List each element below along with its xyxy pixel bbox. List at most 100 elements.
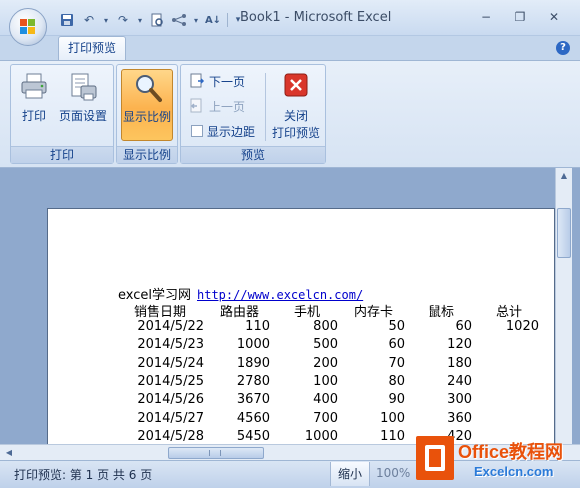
table-cell: 500	[313, 337, 338, 353]
print-button-label: 打印	[21, 109, 46, 123]
previous-page-icon	[190, 98, 202, 113]
sort-ascending-icon[interactable]: A↓	[204, 11, 222, 29]
tab-print-preview[interactable]: 打印预览	[58, 36, 127, 60]
toolbar-separator	[227, 13, 228, 27]
scroll-left-icon[interactable]: ◀	[3, 447, 15, 459]
table-cell: 110	[245, 319, 270, 334]
table-row: 2014/5/26 3670 400 90 300	[48, 392, 556, 410]
table-cell: 1890	[236, 355, 270, 371]
table-cell: 2014/5/26	[137, 392, 204, 408]
shapes-icon[interactable]	[170, 11, 188, 29]
window-title: Book1 - Microsoft Excel	[240, 10, 392, 25]
close-preview-icon	[284, 73, 308, 97]
next-page-icon	[190, 73, 205, 88]
dropdown-arrow-icon[interactable]: ▾	[192, 11, 200, 29]
help-icon[interactable]: ?	[556, 41, 570, 55]
undo-icon[interactable]: ↶	[80, 11, 98, 29]
office-logo-icon	[20, 19, 36, 35]
table-cell: 2014/5/25	[137, 373, 204, 389]
table-cell: 60	[388, 337, 405, 353]
table-cell: 4560	[236, 410, 270, 426]
table-cell: 1000	[304, 428, 338, 444]
print-preview-icon[interactable]	[148, 11, 166, 29]
watermark-site: Excelcn.com	[474, 464, 554, 479]
office-watermark-logo-icon	[416, 436, 454, 480]
column-header: 手机	[294, 305, 321, 320]
table-row: 2014/5/22 110 800 50 60 1020	[48, 319, 556, 337]
column-header: 鼠标	[428, 305, 455, 320]
column-header: 内存卡	[354, 305, 394, 320]
close-print-preview-button[interactable]: 关闭 打印预览	[269, 69, 323, 141]
scroll-grip-icon	[209, 450, 221, 456]
table-cell: 180	[447, 355, 472, 371]
group-preview: 下一页 上一页 显示边距 关闭 打印预览 预览	[180, 64, 326, 164]
close-window-button[interactable]: ✕	[541, 8, 567, 26]
dropdown-arrow-icon[interactable]: ▾	[136, 11, 144, 29]
table-cell: 300	[447, 392, 472, 408]
page-setup-button[interactable]: 页面设置	[55, 69, 111, 141]
print-button[interactable]: 打印	[15, 69, 53, 141]
printer-icon	[21, 73, 47, 99]
table-row: 2014/5/23 1000 500 60 120	[48, 337, 556, 355]
zoom-button[interactable]: 显示比例	[121, 69, 173, 141]
group-print: 打印 页面设置 打印	[10, 64, 114, 164]
column-header: 总计	[496, 305, 523, 320]
table-cell: 1020	[505, 319, 539, 334]
column-header: 销售日期	[134, 305, 187, 320]
ribbon: 打印 页面设置 打印 显示比例 显示比例 下一页 上一页 显示边距 关闭 打印预…	[0, 60, 580, 168]
scroll-up-icon[interactable]: ▲	[558, 170, 570, 182]
table-cell: 700	[313, 410, 338, 426]
watermark-title: Office教程网	[458, 442, 564, 462]
page-setup-label: 页面设置	[58, 109, 107, 123]
next-page-button[interactable]: 下一页	[189, 71, 245, 91]
checkbox-box[interactable]	[191, 125, 203, 137]
dropdown-arrow-icon[interactable]: ▾	[102, 11, 110, 29]
restore-button[interactable]: ❐	[507, 8, 533, 26]
group-preview-label: 预览	[181, 146, 325, 163]
ribbon-tab-row: 打印预览 ?	[0, 36, 580, 60]
sheet-url-link[interactable]: http://www.excelcn.com/	[197, 288, 363, 302]
show-margins-checkbox[interactable]: 显示边距	[191, 121, 255, 141]
table-cell: 1000	[236, 337, 270, 353]
table-cell: 120	[447, 337, 472, 353]
table-cell: 2014/5/22	[137, 319, 204, 334]
horizontal-scroll-thumb[interactable]	[168, 447, 264, 459]
table-cell: 360	[447, 410, 472, 426]
group-zoom: 显示比例 显示比例	[116, 64, 178, 164]
close-preview-label-2: 打印预览	[271, 126, 320, 140]
vertical-scrollbar[interactable]: ▲	[555, 168, 572, 444]
previous-page-button[interactable]: 上一页	[189, 96, 245, 116]
table-cell: 70	[388, 355, 405, 371]
table-cell: 2014/5/23	[137, 337, 204, 353]
title-bar: ↶ ▾ ↷ ▾ ▾ A↓ ▾ Book1 - Microsoft Excel −…	[0, 0, 580, 36]
group-print-label: 打印	[11, 146, 113, 163]
table-cell: 2780	[236, 373, 270, 389]
table-cell: 240	[447, 373, 472, 389]
preview-page[interactable]: excel学习网 http://www.excelcn.com/ 销售日期 路由器手…	[47, 208, 555, 444]
vertical-scroll-thumb[interactable]	[557, 208, 571, 258]
site-watermark: Office教程网 Excelcn.com	[416, 436, 580, 488]
office-button[interactable]	[9, 8, 47, 46]
magnifier-icon	[136, 75, 162, 102]
zoom-level: 100%	[376, 466, 411, 480]
zoom-out-button[interactable]: 缩小	[330, 462, 370, 486]
next-page-label: 下一页	[209, 74, 246, 89]
close-preview-label-1: 关闭	[283, 109, 308, 123]
status-page-info: 打印预览: 第 1 页 共 6 页	[14, 468, 153, 482]
show-margins-label: 显示边距	[207, 124, 256, 139]
table-cell: 110	[380, 428, 405, 444]
table-cell: 200	[313, 355, 338, 371]
redo-icon[interactable]: ↷	[114, 11, 132, 29]
previous-page-label: 上一页	[209, 99, 246, 114]
table-row: 2014/5/27 4560 700 100 360	[48, 411, 556, 429]
sheet-header-row: 销售日期 路由器 手机 内存卡 鼠标 总计	[48, 301, 556, 320]
table-cell: 100	[313, 373, 338, 389]
table-row: 2014/5/24 1890 200 70 180	[48, 356, 556, 374]
table-cell: 60	[455, 319, 472, 334]
save-icon[interactable]	[58, 11, 76, 29]
group-zoom-label: 显示比例	[117, 146, 177, 163]
preview-workspace[interactable]: excel学习网 http://www.excelcn.com/ 销售日期 路由器手…	[0, 168, 580, 444]
table-cell: 50	[388, 319, 405, 334]
table-cell: 2014/5/28	[137, 428, 204, 444]
minimize-button[interactable]: −	[473, 8, 499, 26]
